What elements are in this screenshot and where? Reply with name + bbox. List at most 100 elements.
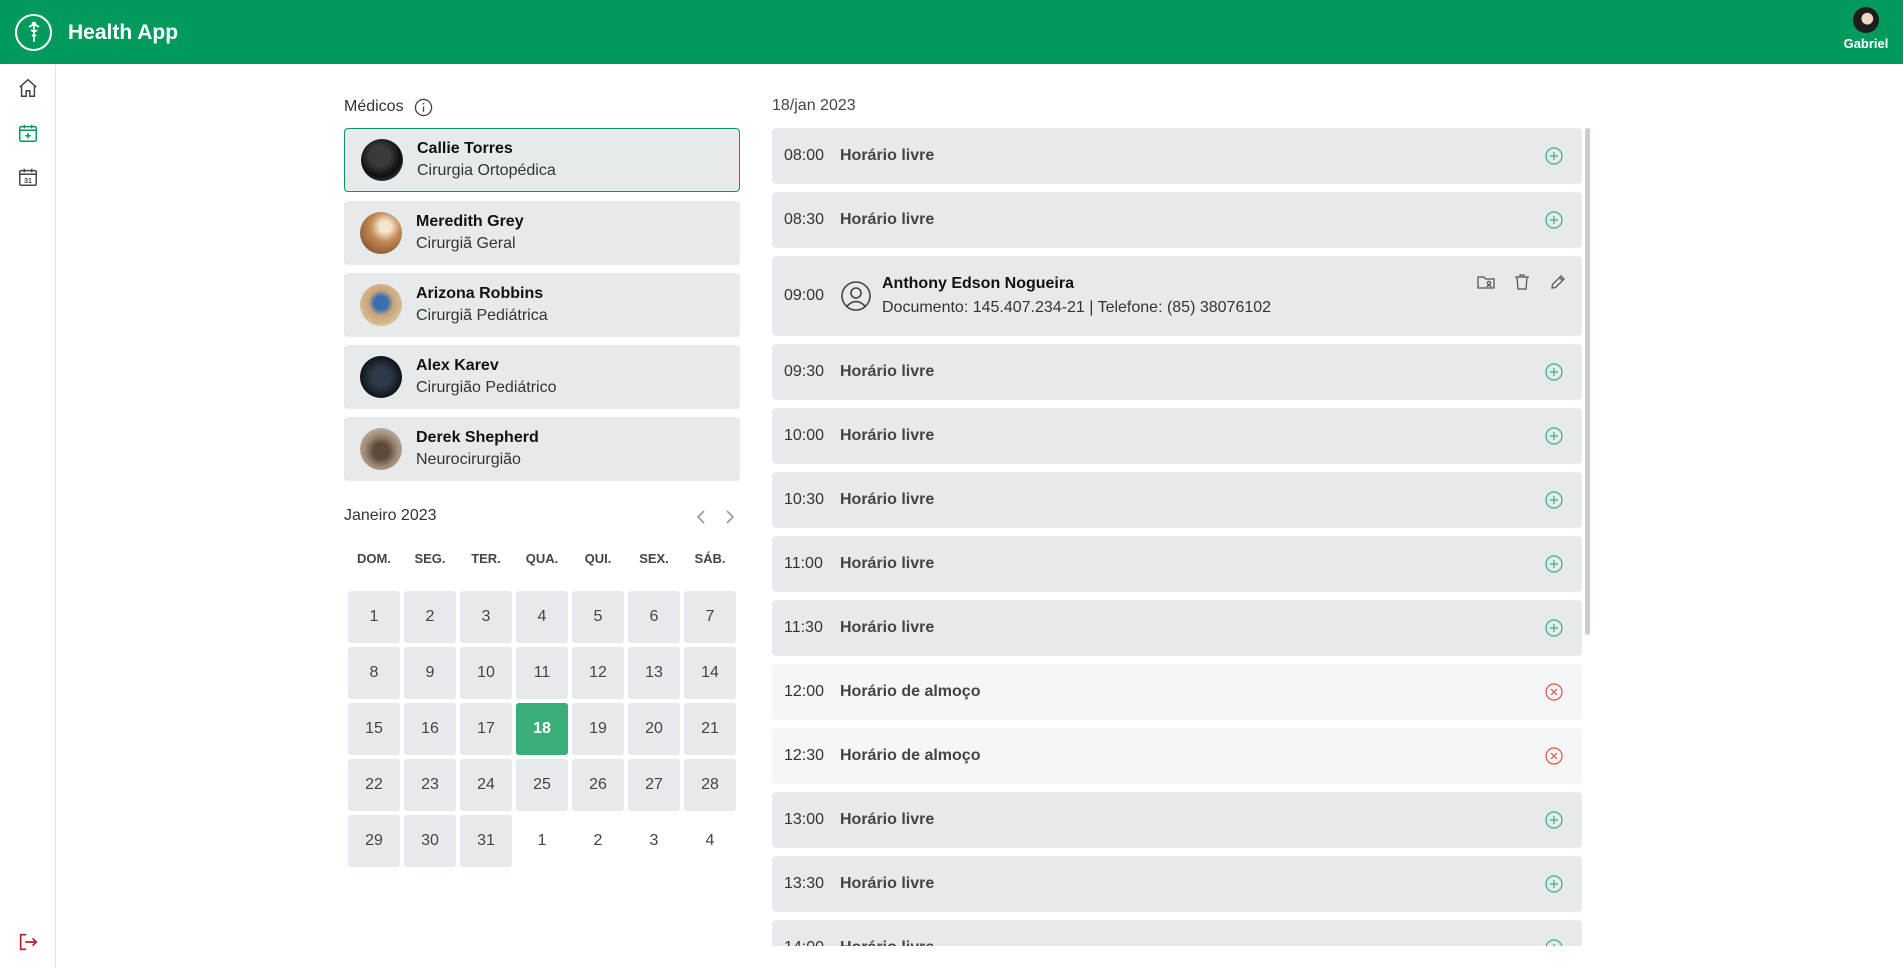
doctor-card[interactable]: Arizona Robbins Cirurgiã Pediátrica [344, 273, 740, 337]
calendar-day[interactable]: 12 [572, 647, 624, 699]
doctor-specialty: Cirurgiã Pediátrica [416, 307, 548, 324]
calendar-day[interactable]: 4 [516, 591, 568, 643]
doctor-card[interactable]: Callie Torres Cirurgia Ortopédica [344, 128, 740, 192]
weekday-header: QUI. [584, 551, 612, 566]
calendar-day[interactable]: 19 [572, 703, 624, 755]
calendar-day[interactable]: 24 [460, 759, 512, 811]
calendar-day[interactable]: 27 [628, 759, 680, 811]
nav-calendar[interactable]: 31 [16, 165, 40, 189]
doctor-card[interactable]: Alex Karev Cirurgião Pediátrico [344, 345, 740, 409]
prev-month-button[interactable] [692, 507, 710, 527]
lunch-slot[interactable]: 12:00 Horário de almoço [772, 664, 1582, 720]
free-slot[interactable]: 08:00 Horário livre [772, 128, 1582, 184]
calendar-day[interactable]: 6 [628, 591, 680, 643]
calendar-day[interactable]: 25 [516, 759, 568, 811]
doctor-name: Meredith Grey [416, 213, 524, 230]
appointment-slot[interactable]: 09:00 Anthony Edson Nogueira Documento: 14… [772, 256, 1582, 336]
calendar-day[interactable]: 2 [404, 591, 456, 643]
calendar-day[interactable]: 13 [628, 647, 680, 699]
doctor-specialty: Cirurgia Ortopédica [417, 162, 556, 179]
info-icon[interactable] [414, 98, 433, 117]
add-appointment-icon[interactable] [1544, 618, 1564, 638]
calendar-day[interactable]: 14 [684, 647, 736, 699]
add-appointment-icon[interactable] [1544, 210, 1564, 230]
free-slot[interactable]: 10:00 Horário livre [772, 408, 1582, 464]
patient-folder-icon[interactable] [1476, 272, 1496, 292]
free-slot[interactable]: 13:00 Horário livre [772, 792, 1582, 848]
doctor-avatar [360, 284, 402, 326]
add-appointment-icon[interactable] [1544, 938, 1564, 946]
calendar-day: 1 [537, 832, 547, 849]
calendar-day[interactable]: 20 [628, 703, 680, 755]
calendar-day[interactable]: 15 [348, 703, 400, 755]
calendar-day: 2 [593, 832, 603, 849]
calendar-day[interactable]: 29 [348, 815, 400, 867]
add-appointment-icon[interactable] [1544, 874, 1564, 894]
slot-status: Horário de almoço [840, 683, 981, 700]
schedule-list[interactable]: 08:00 Horário livre 08:30 Horário livre 09:0… [772, 128, 1600, 946]
free-slot[interactable]: 11:00 Horário livre [772, 536, 1582, 592]
doctor-card[interactable]: Derek Shepherd Neurocirurgião [344, 417, 740, 481]
calendar-day[interactable]: 10 [460, 647, 512, 699]
calendar-day[interactable]: 26 [572, 759, 624, 811]
slot-time: 08:00 [784, 147, 825, 164]
patient-name: Anthony Edson Nogueira [882, 275, 1074, 292]
calendar-month-title: Janeiro 2023 [344, 507, 437, 524]
doctor-name: Callie Torres [417, 140, 513, 157]
calendar-day[interactable]: 30 [404, 815, 456, 867]
calendar-31-icon: 31 [19, 168, 37, 186]
doctor-specialty: Neurocirurgião [416, 451, 521, 468]
doctor-avatar [360, 428, 402, 470]
schedule-scrollbar[interactable] [1585, 128, 1590, 635]
side-nav: 31 [0, 64, 56, 968]
calendar-day[interactable]: 21 [684, 703, 736, 755]
add-appointment-icon[interactable] [1544, 146, 1564, 166]
add-appointment-icon[interactable] [1544, 554, 1564, 574]
calendar-day[interactable]: 7 [684, 591, 736, 643]
slot-status: Horário livre [840, 491, 935, 508]
calendar-day[interactable]: 28 [684, 759, 736, 811]
add-appointment-icon[interactable] [1544, 490, 1564, 510]
doctor-specialty: Cirurgiã Geral [416, 235, 516, 252]
add-appointment-icon[interactable] [1544, 810, 1564, 830]
lunch-slot[interactable]: 12:30 Horário de almoço [772, 728, 1582, 784]
add-appointment-icon[interactable] [1544, 362, 1564, 382]
slot-time: 13:00 [784, 811, 825, 828]
calendar-day[interactable]: 1 [348, 591, 400, 643]
slot-time: 12:00 [784, 683, 825, 700]
delete-icon[interactable] [1512, 272, 1532, 292]
slot-time: 13:30 [784, 875, 825, 892]
calendar-day[interactable]: 3 [460, 591, 512, 643]
calendar-day[interactable]: 31 [460, 815, 512, 867]
calendar-day[interactable]: 16 [404, 703, 456, 755]
doctor-name: Arizona Robbins [416, 285, 544, 302]
nav-schedule[interactable] [16, 121, 40, 145]
calendar-day[interactable]: 9 [404, 647, 456, 699]
calendar-day[interactable]: 17 [460, 703, 512, 755]
free-slot[interactable]: 11:30 Horário livre [772, 600, 1582, 656]
free-slot[interactable]: 10:30 Horário livre [772, 472, 1582, 528]
calendar-day[interactable]: 18 [516, 703, 568, 755]
nav-home[interactable] [16, 76, 40, 100]
user-menu[interactable]: Gabriel [1843, 7, 1889, 51]
patient-avatar-icon [840, 280, 872, 312]
logout-icon[interactable] [17, 931, 39, 953]
calendar-day[interactable]: 8 [348, 647, 400, 699]
calendar-day[interactable]: 23 [404, 759, 456, 811]
calendar-day[interactable]: 11 [516, 647, 568, 699]
free-slot[interactable]: 14:00Horário livre [772, 920, 1582, 946]
edit-icon[interactable] [1548, 272, 1568, 292]
free-slot[interactable]: 08:30 Horário livre [772, 192, 1582, 248]
calendar-day[interactable]: 22 [348, 759, 400, 811]
next-month-button[interactable] [721, 507, 739, 527]
calendar-day: 4 [705, 832, 715, 849]
slot-time: 09:00 [784, 287, 825, 304]
user-avatar[interactable] [1853, 7, 1879, 33]
free-slot[interactable]: 13:30 Horário livre [772, 856, 1582, 912]
app-logo-icon [15, 14, 52, 51]
free-slot[interactable]: 09:30 Horário livre [772, 344, 1582, 400]
doctor-card[interactable]: Meredith Grey Cirurgiã Geral [344, 201, 740, 265]
slot-time: 11:30 [784, 619, 823, 636]
calendar-day[interactable]: 5 [572, 591, 624, 643]
add-appointment-icon[interactable] [1544, 426, 1564, 446]
